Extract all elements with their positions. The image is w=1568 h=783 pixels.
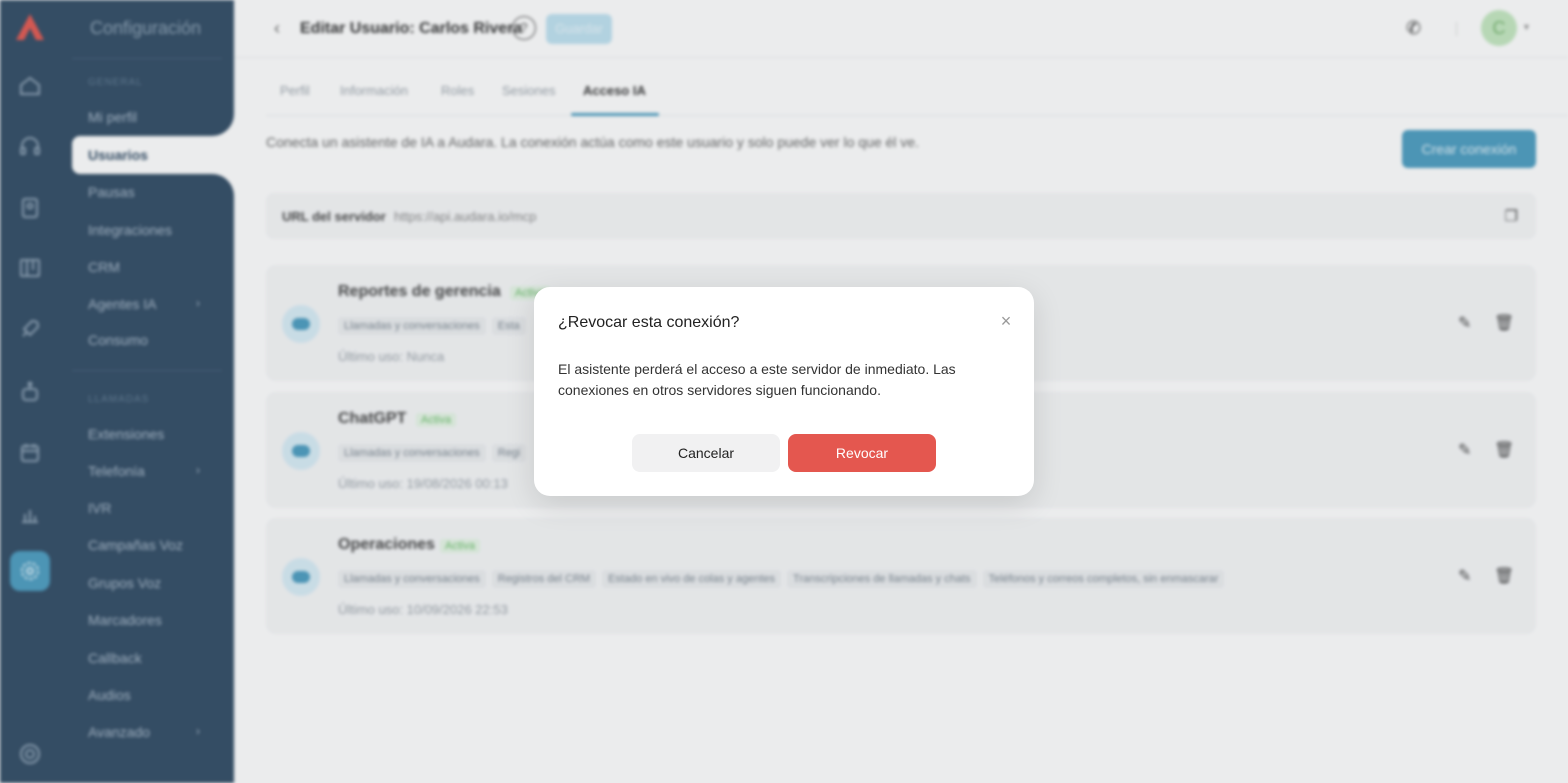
dialog-title: ¿Revocar esta conexión? xyxy=(558,314,740,331)
dialog-message: El asistente perderá el acceso a este se… xyxy=(558,361,956,398)
revoke-connection-dialog: ¿Revocar esta conexión? × El asistente p… xyxy=(534,287,1034,496)
cancel-button[interactable]: Cancelar xyxy=(632,434,780,472)
close-icon[interactable]: × xyxy=(996,311,1016,331)
revoke-button[interactable]: Revocar xyxy=(788,434,936,472)
